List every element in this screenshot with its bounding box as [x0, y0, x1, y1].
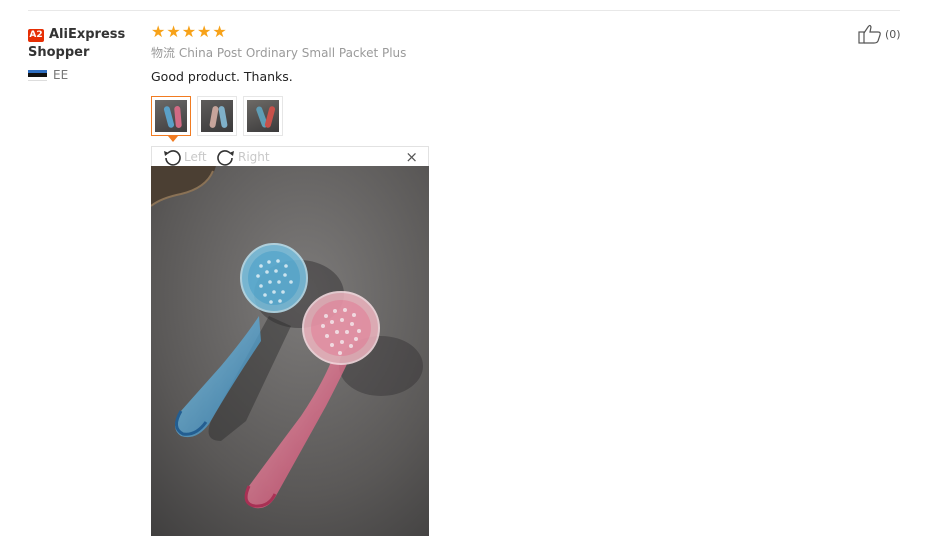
- rotate-right-button[interactable]: Right: [216, 147, 270, 167]
- star-icon: ★: [151, 22, 166, 41]
- star-rating: ★ ★ ★ ★ ★: [151, 23, 771, 41]
- logistics-info: 物流 China Post Ordinary Small Packet Plus: [151, 46, 407, 60]
- rotate-left-icon: [164, 150, 181, 166]
- review-thumbnails: [151, 96, 283, 142]
- thumbnail-image: [201, 100, 233, 132]
- country-code: EE: [53, 68, 69, 82]
- review-thumbnail[interactable]: [243, 96, 283, 136]
- thumbs-up-icon: [858, 24, 881, 44]
- review-photo-image: [151, 166, 429, 536]
- flag-icon: [28, 70, 47, 81]
- image-viewer-toolbar: Left Right ×: [151, 146, 429, 166]
- rotate-left-button[interactable]: Left: [162, 147, 207, 167]
- star-icon: ★: [166, 22, 181, 41]
- review-thumbnail[interactable]: [151, 96, 191, 142]
- review-photo[interactable]: [151, 166, 429, 536]
- level-badge: A2: [28, 29, 44, 42]
- star-icon: ★: [197, 22, 212, 41]
- star-icon: ★: [181, 22, 197, 41]
- review-text: Good product. Thanks.: [151, 69, 293, 84]
- helpful-count: (0): [885, 27, 901, 41]
- rotate-right-label: Right: [238, 150, 270, 164]
- helpful-button[interactable]: (0): [858, 24, 901, 44]
- star-icon: ★: [212, 22, 227, 41]
- reviewer-name-line: A2 AliExpress Shopper: [28, 26, 138, 62]
- close-icon[interactable]: ×: [405, 149, 418, 165]
- top-divider: [28, 10, 900, 11]
- review-content: ★ ★ ★ ★ ★ 物流 China Post Ordinary Small P…: [151, 23, 771, 85]
- rotate-left-label: Left: [184, 150, 207, 164]
- rotate-right-icon: [217, 150, 234, 166]
- review-thumbnail[interactable]: [197, 96, 237, 136]
- reviewer-info: A2 AliExpress Shopper EE: [28, 26, 138, 82]
- reviewer-country: EE: [28, 68, 138, 82]
- thumbnail-image: [247, 100, 279, 132]
- thumbnail-image: [155, 100, 187, 132]
